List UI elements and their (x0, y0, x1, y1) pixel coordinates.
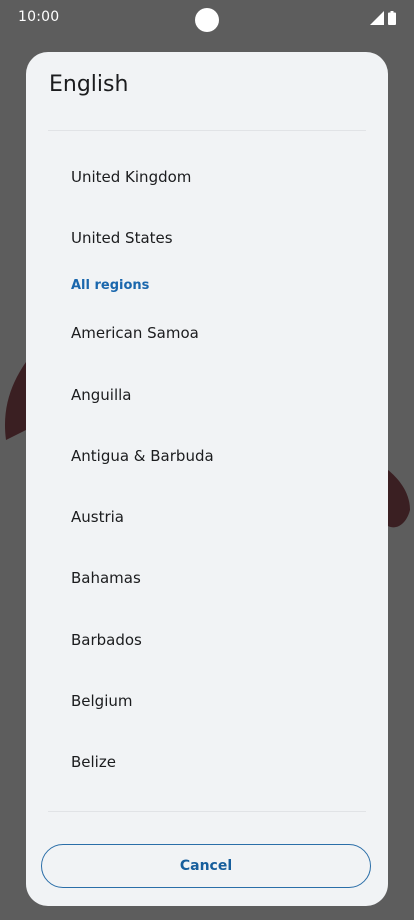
region-dialog: English United Kingdom United States All… (26, 52, 388, 906)
status-bar: 10:00 (0, 0, 414, 36)
battery-icon (388, 11, 396, 25)
region-item-antigua-barbuda[interactable]: Antigua & Barbuda (26, 425, 388, 486)
region-item-bahamas[interactable]: Bahamas (26, 548, 388, 609)
region-item-american-samoa[interactable]: American Samoa (26, 303, 388, 364)
region-item-anguilla[interactable]: Anguilla (26, 364, 388, 425)
status-time: 10:00 (18, 9, 60, 25)
region-item-austria[interactable]: Austria (26, 486, 388, 547)
region-list: United Kingdom United States All regions… (26, 146, 388, 793)
region-item-united-states[interactable]: United States (26, 207, 388, 268)
region-item-belize[interactable]: Belize (26, 732, 388, 793)
cancel-button[interactable]: Cancel (41, 844, 371, 888)
region-item-barbados[interactable]: Barbados (26, 609, 388, 670)
all-regions-header: All regions (71, 278, 150, 294)
region-item-united-kingdom[interactable]: United Kingdom (26, 146, 388, 207)
signal-icon (370, 11, 384, 25)
dialog-title: English (49, 72, 129, 97)
screen: 10:00 English United Kingdom United Stat… (0, 0, 414, 920)
title-divider (48, 130, 366, 131)
footer-divider (48, 811, 366, 812)
region-item-belgium[interactable]: Belgium (26, 670, 388, 731)
camera-cutout (195, 8, 219, 32)
